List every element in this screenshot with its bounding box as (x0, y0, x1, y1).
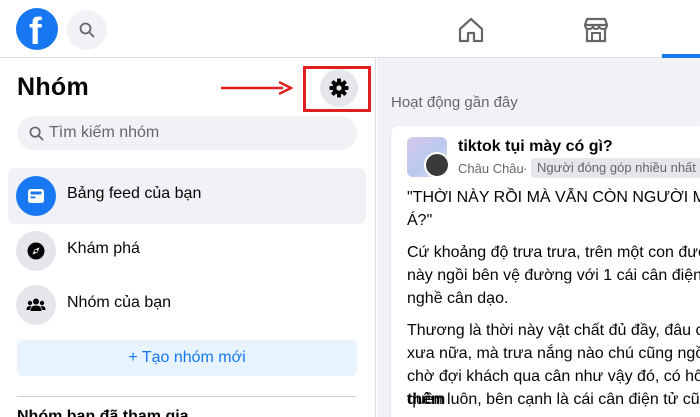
page-title: Nhóm (17, 73, 90, 101)
annotation-highlight-box (303, 66, 371, 112)
post-line: này ngồi bên vệ đường với 1 cái cân điện… (407, 267, 700, 284)
post-line: "THỜI NÀY RỒI MÀ VẪN CÒN NGƯỜI MƯỢN (407, 189, 700, 206)
sidebar-item-label: Nhóm của bạn (67, 294, 172, 311)
sidebar-item-your-feed[interactable]: Bảng feed của bạn (8, 168, 366, 224)
sidebar-item-label: Bảng feed của bạn (67, 185, 202, 202)
groups-icon (26, 298, 46, 311)
sidebar-divider (17, 396, 357, 397)
search-icon (29, 126, 44, 141)
post-line: Á?" (407, 212, 433, 229)
post-line: xưa nữa, mà trưa nắng nào chú cũng ngồi (407, 345, 700, 362)
facebook-logo-letter: f (29, 11, 42, 53)
compass-icon-circle (16, 231, 56, 271)
feed-icon (28, 189, 44, 203)
annotation-arrow-icon (221, 81, 293, 95)
compass-icon (27, 242, 45, 260)
home-tab[interactable] (451, 10, 491, 50)
post-line: chờ đợi khách qua cân như vậy đó, có hôm (407, 368, 700, 385)
contributor-badge: Người đóng góp nhiều nhất (531, 158, 700, 178)
marketplace-tab[interactable] (576, 10, 616, 50)
post-body: "THỜI NÀY RỒI MÀ VẪN CÒN NGƯỜI MƯỢN Á?" … (407, 186, 700, 411)
group-search-input[interactable] (49, 116, 349, 150)
group-search-field[interactable] (17, 116, 357, 150)
home-icon (458, 17, 484, 43)
search-button[interactable] (67, 10, 107, 50)
marketplace-icon (583, 17, 609, 43)
feed-icon-circle (16, 176, 56, 216)
sidebar-item-label: Khám phá (67, 240, 140, 257)
groups-icon-circle (16, 285, 56, 325)
post-line: quên luôn, bên cạnh là cái cân điện tử c… (407, 391, 700, 408)
separator-dot: · (523, 161, 528, 176)
post-line: Thương là thời này vật chất đủ đầy, đâu … (407, 322, 700, 339)
post-group-name[interactable]: tiktok tụi mày có gì? (458, 138, 613, 156)
post-line: nghề cân dạo. (407, 290, 509, 307)
post-author[interactable]: Châu Châu (458, 161, 524, 176)
section-title: Hoạt động gần đây (391, 94, 518, 111)
top-navigation-bar: f (0, 0, 700, 58)
joined-groups-heading: Nhóm bạn đã tham gia (17, 408, 189, 417)
sidebar-item-your-groups[interactable]: Nhóm của bạn (8, 277, 366, 333)
sidebar-item-discover[interactable]: Khám phá (8, 223, 366, 279)
search-icon (79, 22, 95, 38)
post-line: Cứ khoảng độ trưa trưa, trên một con đườ… (407, 244, 700, 261)
see-more-link[interactable]: thêm (407, 391, 445, 409)
create-group-button[interactable]: + Tạo nhóm mới (17, 340, 357, 376)
facebook-logo[interactable]: f (16, 8, 58, 53)
avatar[interactable] (424, 152, 450, 178)
